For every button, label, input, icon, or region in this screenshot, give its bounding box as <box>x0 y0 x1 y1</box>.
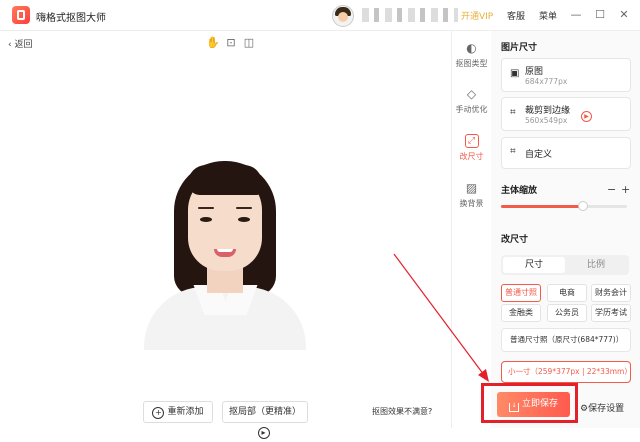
image-icon: ▣ <box>510 68 520 79</box>
app-title: 嗨格式抠图大师 <box>36 13 106 24</box>
canvas-area: ‹ 返回 ✋ ⊡ ◫ + 重新添加 抠局部（更精准） ▸ <box>0 31 450 439</box>
save-now-label: 立即保存 <box>521 399 558 409</box>
tab-label: 抠图类型 <box>455 59 488 68</box>
option-size: 560x549px <box>525 116 568 125</box>
chip-exam[interactable]: 学历考试 <box>591 304 631 322</box>
app-logo-icon <box>12 6 30 24</box>
image-size-title: 图片尺寸 <box>501 43 538 53</box>
chip-finance[interactable]: 金融类 <box>501 304 541 322</box>
cutout-photo <box>144 115 306 350</box>
zoom-slider-fill <box>501 205 583 208</box>
username-redacted <box>362 8 458 22</box>
compare-view-icon[interactable]: ◫ <box>242 36 256 50</box>
tab-label: 换背景 <box>459 199 484 208</box>
custom-size-option[interactable]: ⌗ 自定义 <box>501 137 631 169</box>
save-settings-button[interactable]: ⚙保存设置 <box>580 401 624 414</box>
resize-title: 改尺寸 <box>501 235 529 245</box>
zoom-slider[interactable] <box>501 201 627 211</box>
tab-label: 改尺寸 <box>459 152 484 161</box>
download-icon: ↓ <box>508 403 519 412</box>
zoom-slider-thumb[interactable] <box>577 201 588 211</box>
background-icon: ▨ <box>465 181 478 195</box>
tab-manual-optimize[interactable]: ◇ 手动优化 <box>452 87 491 115</box>
close-button[interactable]: ✕ <box>617 8 631 22</box>
standard-size-option[interactable]: 普通尺寸照（原尺寸(684*777)） <box>501 328 631 352</box>
chip-civil-servant[interactable]: 公务员 <box>547 304 587 322</box>
crop-to-edge-option[interactable]: ⌗ 裁剪到边缘 560x549px ▶ <box>501 97 631 131</box>
open-vip-link[interactable]: 开通VIP <box>461 9 493 22</box>
back-label: 返回 <box>14 40 33 50</box>
option-label: 裁剪到边缘 <box>525 106 571 116</box>
seg-ratio[interactable]: 比例 <box>565 257 627 273</box>
fit-view-icon[interactable]: ⊡ <box>224 36 238 50</box>
size-ratio-toggle: 尺寸 比例 <box>501 255 629 275</box>
small-one-inch-option[interactable]: 小一寸（259*377px | 22*33mm） <box>501 361 631 383</box>
option-label: 自定义 <box>525 150 553 160</box>
cutout-type-icon: ◐ <box>466 41 477 55</box>
eraser-icon: ◇ <box>466 87 477 101</box>
dissatisfied-hint-link[interactable]: 抠图效果不满意? <box>372 406 432 417</box>
zoom-plus-button[interactable]: + <box>621 183 630 196</box>
maximize-button[interactable]: ☐ <box>593 8 607 22</box>
gear-icon: ⚙ <box>580 404 589 414</box>
crop-custom-icon: ⌗ <box>510 146 516 157</box>
re-add-label: 重新添加 <box>167 407 204 417</box>
option-size: 684x777px <box>525 77 568 86</box>
plus-circle-icon: + <box>152 407 165 419</box>
avatar[interactable] <box>332 5 354 27</box>
play-tutorial-icon[interactable]: ▶ <box>581 111 592 122</box>
menu-button[interactable]: 菜单 <box>539 9 557 22</box>
resize-icon: ⤢ <box>464 134 479 148</box>
function-tabs: ◐ 抠图类型 ◇ 手动优化 ⤢ 改尺寸 ▨ 换背景 <box>451 31 492 428</box>
save-now-button[interactable]: ↓ 立即保存 <box>497 392 570 417</box>
minimize-button[interactable]: — <box>569 8 583 22</box>
hand-tool-icon[interactable]: ✋ <box>206 36 220 50</box>
option-label: 原图 <box>525 67 544 77</box>
original-size-option[interactable]: ▣ 原图 684x777px <box>501 58 631 92</box>
chip-standard-photo[interactable]: 普通寸照 <box>501 284 541 302</box>
settings-panel: 图片尺寸 ▣ 原图 684x777px ⌗ 裁剪到边缘 560x549px ▶ … <box>491 31 640 428</box>
save-settings-label: 保存设置 <box>588 404 625 414</box>
seg-size[interactable]: 尺寸 <box>503 257 565 273</box>
partial-cutout-button[interactable]: 抠局部（更精准） ▸ <box>222 401 308 439</box>
customer-service-button[interactable]: 客服 <box>507 9 525 22</box>
back-button[interactable]: ‹ 返回 <box>8 37 32 50</box>
tab-change-background[interactable]: ▨ 换背景 <box>452 181 491 209</box>
chip-ecommerce[interactable]: 电商 <box>547 284 587 302</box>
tab-resize[interactable]: ⤢ 改尺寸 <box>452 134 491 162</box>
crop-icon: ⌗ <box>510 107 516 118</box>
re-add-button[interactable]: + 重新添加 <box>143 401 213 423</box>
play-circle-icon: ▸ <box>257 427 270 439</box>
partial-cutout-label: 抠局部（更精准） <box>228 407 301 417</box>
tab-label: 手动优化 <box>455 105 488 114</box>
title-bar: 嗨格式抠图大师 开通VIP 客服 菜单 — ☐ ✕ <box>0 0 640 31</box>
chip-accounting[interactable]: 财务会计 <box>591 284 631 302</box>
tab-cutout-type[interactable]: ◐ 抠图类型 <box>452 41 491 69</box>
zoom-title: 主体缩放 <box>501 186 538 196</box>
zoom-minus-button[interactable]: − <box>607 183 616 196</box>
